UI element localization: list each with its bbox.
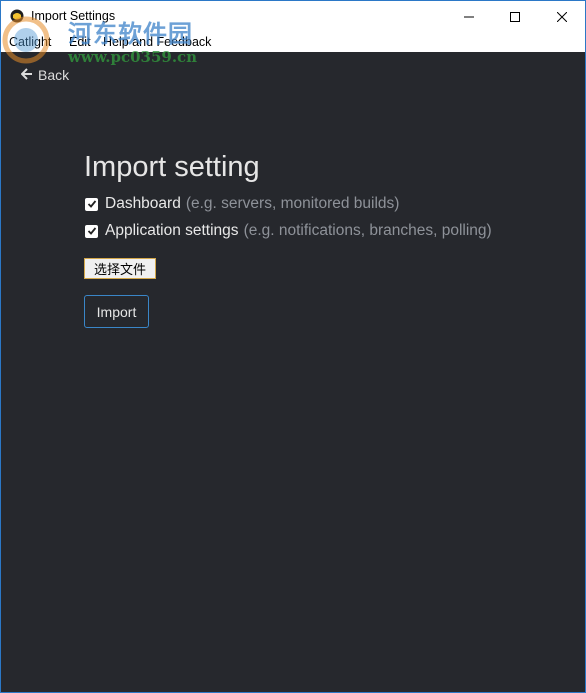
- choose-file-button[interactable]: 选择文件: [84, 258, 156, 279]
- close-icon: [557, 11, 567, 22]
- option-application-settings[interactable]: Application settings (e.g. notifications…: [85, 222, 492, 240]
- dashboard-label: Dashboard: [105, 195, 181, 212]
- main-content: Back Import setting Dashboard (e.g. serv…: [1, 52, 585, 692]
- back-button[interactable]: Back: [20, 67, 70, 83]
- close-button[interactable]: [539, 1, 585, 32]
- arrow-left-icon: [20, 67, 33, 83]
- maximize-icon: [510, 11, 520, 22]
- minimize-icon: [464, 12, 474, 22]
- option-dashboard[interactable]: Dashboard (e.g. servers, monitored build…: [85, 195, 399, 213]
- back-label: Back: [38, 67, 70, 83]
- page-title: Import setting: [84, 151, 260, 183]
- menu-catlight[interactable]: Catlight: [9, 35, 51, 49]
- dashboard-hint: (e.g. servers, monitored builds): [185, 195, 400, 212]
- dashboard-checkbox[interactable]: [85, 197, 98, 211]
- minimize-button[interactable]: [446, 1, 492, 32]
- application-settings-hint: (e.g. notifications, branches, polling): [243, 222, 492, 239]
- title-bar[interactable]: Import Settings: [1, 1, 585, 32]
- app-window: Import Settings Catlight Edit Help and F…: [0, 0, 586, 693]
- window-title: Import Settings: [31, 9, 116, 23]
- import-button[interactable]: Import: [84, 295, 149, 328]
- menu-help-and-feedback[interactable]: Help and Feedback: [103, 35, 211, 49]
- menu-edit[interactable]: Edit: [69, 35, 91, 49]
- maximize-button[interactable]: [492, 1, 538, 32]
- menu-bar: Catlight Edit Help and Feedback: [1, 32, 585, 52]
- application-settings-checkbox[interactable]: [85, 224, 98, 238]
- application-settings-label: Application settings: [105, 222, 239, 239]
- app-logo-icon: [10, 9, 24, 23]
